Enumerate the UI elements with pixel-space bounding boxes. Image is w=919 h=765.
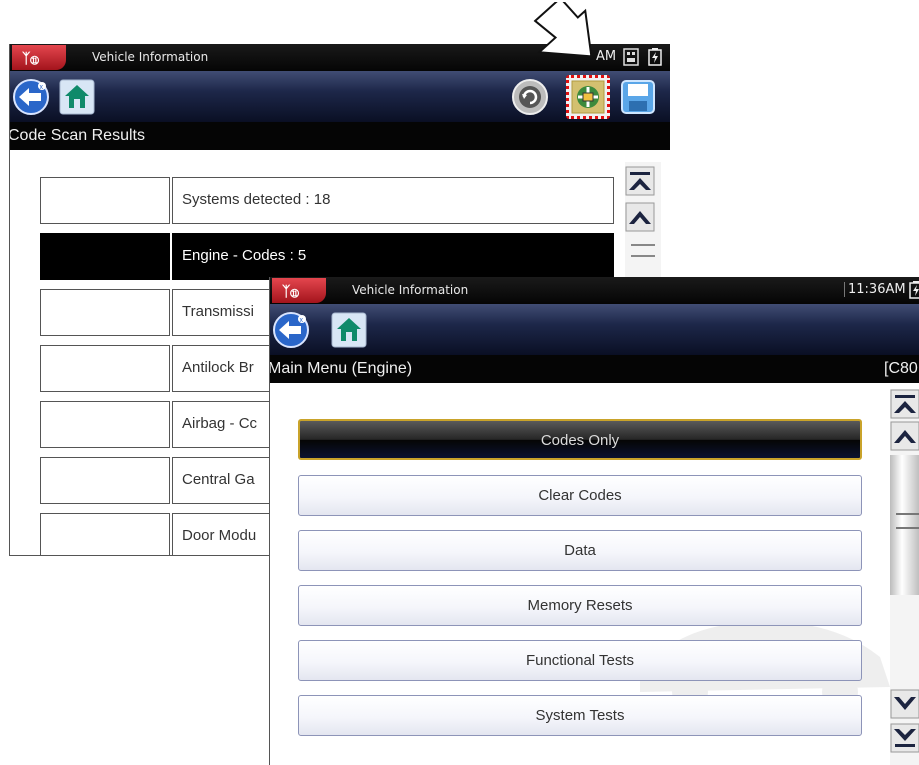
pointer-arrow-icon bbox=[533, 2, 592, 58]
battery-icon bbox=[648, 48, 662, 66]
scroll-up-icon[interactable] bbox=[890, 421, 919, 451]
scroll-bottom-icon[interactable] bbox=[890, 723, 919, 753]
brand-logo: ᛉ⑪ bbox=[272, 278, 326, 303]
scroll-top-icon[interactable] bbox=[890, 389, 919, 419]
menu-item-codes-only[interactable]: Codes Only bbox=[298, 419, 862, 460]
back-button[interactable]: x bbox=[272, 311, 310, 349]
result-row-label-cell: Systems detected : 18 bbox=[172, 177, 614, 224]
menu-item-memory-resets[interactable]: Memory Resets bbox=[298, 585, 862, 626]
svg-text:x: x bbox=[300, 317, 304, 324]
reset-icon bbox=[512, 79, 548, 115]
result-row-status-cell bbox=[40, 289, 170, 336]
menu-item-system-tests[interactable]: System Tests bbox=[298, 695, 862, 736]
menu-item-data[interactable]: Data bbox=[298, 530, 862, 571]
result-row[interactable]: Engine - Codes : 5 bbox=[40, 233, 614, 280]
subheader-bar: Code Scan Results bbox=[10, 122, 670, 150]
home-icon bbox=[59, 79, 95, 115]
svg-text:ᛉ⑪: ᛉ⑪ bbox=[282, 284, 299, 300]
result-row-label: Airbag - Cc bbox=[182, 415, 258, 432]
result-row-label: Transmissi bbox=[182, 303, 254, 320]
brand-logo: ᛉ⑪ bbox=[12, 45, 66, 70]
result-row-label-cell: Engine - Codes : 5 bbox=[172, 233, 614, 280]
toolbar: x bbox=[270, 304, 919, 355]
result-row-label: Systems detected : 18 bbox=[182, 191, 331, 208]
vehicle-system-icon bbox=[571, 80, 605, 114]
battery-icon bbox=[909, 281, 919, 299]
result-row-status-cell bbox=[40, 233, 170, 280]
subheader-bar: Main Menu (Engine) [C80 bbox=[270, 355, 919, 383]
back-button[interactable]: x bbox=[12, 78, 50, 116]
result-row-label: Antilock Br bbox=[182, 359, 254, 376]
window-title: Vehicle Information bbox=[352, 283, 469, 297]
scroll-thumb[interactable] bbox=[890, 455, 919, 595]
save-button[interactable] bbox=[619, 78, 657, 116]
clock: 11:36AM bbox=[844, 282, 906, 297]
result-row-status-cell bbox=[40, 345, 170, 392]
result-row-status-cell bbox=[40, 177, 170, 224]
result-row-label: Engine - Codes : 5 bbox=[182, 247, 307, 264]
result-row-label: Central Ga bbox=[182, 471, 255, 488]
engine-main-menu-screen: ᛉ⑪ Vehicle Information 11:36AM x Main Me… bbox=[269, 277, 919, 765]
result-row[interactable]: Systems detected : 18 bbox=[40, 177, 614, 224]
svg-text:ᛉ⑪: ᛉ⑪ bbox=[22, 51, 39, 67]
title-bar: ᛉ⑪ Vehicle Information 11:36AM bbox=[270, 277, 919, 304]
back-arrow-icon: x bbox=[273, 312, 309, 348]
save-icon bbox=[621, 80, 655, 114]
home-icon bbox=[331, 312, 367, 348]
toolbar: x bbox=[10, 71, 670, 122]
window-title: Vehicle Information bbox=[92, 50, 209, 64]
reset-button[interactable] bbox=[511, 78, 549, 116]
scroll-up-icon[interactable] bbox=[625, 202, 655, 232]
back-arrow-icon: x bbox=[13, 79, 49, 115]
result-row-status-cell bbox=[40, 457, 170, 504]
page-title: Code Scan Results bbox=[9, 127, 145, 144]
connection-status-icon bbox=[623, 48, 639, 66]
page-title: Main Menu (Engine) bbox=[269, 360, 413, 377]
menu-item-clear-codes[interactable]: Clear Codes bbox=[298, 475, 862, 516]
svg-text:x: x bbox=[40, 84, 44, 91]
vehicle-system-button[interactable] bbox=[566, 75, 610, 119]
result-row-status-cell bbox=[40, 513, 170, 555]
home-button[interactable] bbox=[330, 311, 368, 349]
menu-item-functional-tests[interactable]: Functional Tests bbox=[298, 640, 862, 681]
result-row-label: Door Modu bbox=[182, 527, 257, 544]
result-row-status-cell bbox=[40, 401, 170, 448]
scroll-top-icon[interactable] bbox=[625, 166, 655, 196]
scroll-thumb[interactable] bbox=[631, 244, 655, 257]
vehicle-id: [C80 bbox=[884, 360, 918, 377]
scrollbar[interactable] bbox=[890, 389, 919, 765]
clock: AM bbox=[596, 49, 617, 64]
home-button[interactable] bbox=[58, 78, 96, 116]
scroll-down-icon[interactable] bbox=[890, 689, 919, 719]
